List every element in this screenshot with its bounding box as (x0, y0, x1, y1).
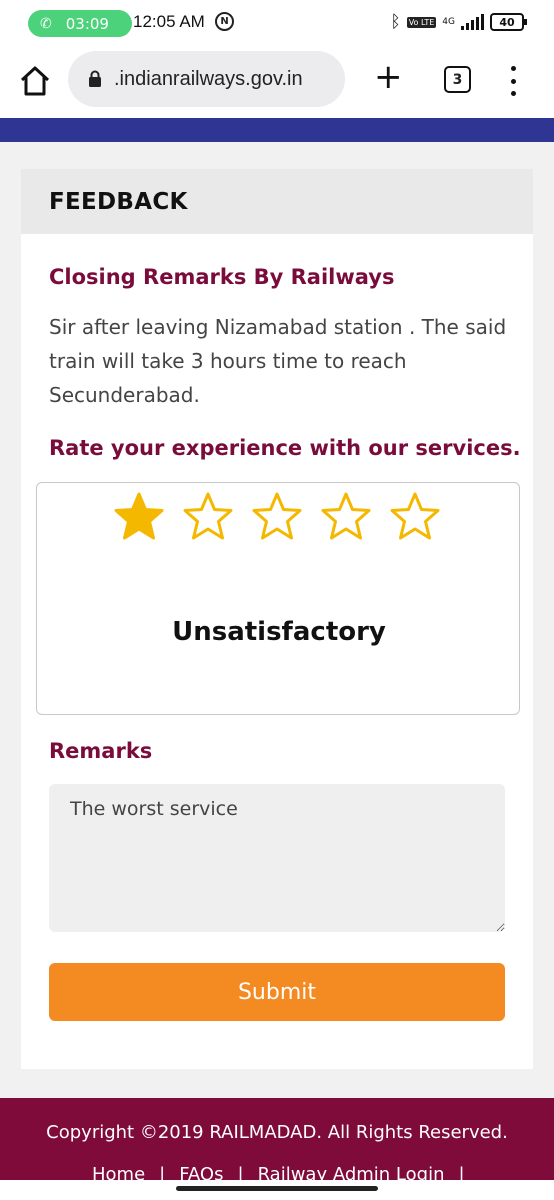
gesture-handle[interactable] (176, 1186, 378, 1191)
new-tab-icon[interactable]: + (374, 60, 403, 94)
battery-level: 40 (499, 15, 515, 29)
remarks-input[interactable]: The worst service (49, 784, 505, 932)
star-empty-icon[interactable] (182, 491, 234, 543)
gesture-bar (0, 1180, 554, 1200)
star-empty-icon[interactable] (251, 491, 303, 543)
address-bar[interactable]: .indianrailways.gov.in (68, 51, 345, 107)
rating-box: Unsatisfactory (36, 482, 520, 715)
signal-icon (461, 14, 484, 30)
remarks-heading: Remarks (49, 739, 153, 763)
notification-icon: N (215, 12, 234, 31)
feedback-header: FEEDBACK (21, 169, 533, 234)
site-header-band (0, 118, 554, 142)
status-bar: ✆ 03:09 12:05 AM N ᛒ Vo LTE 4G 40 (0, 0, 554, 46)
star-rating[interactable] (113, 491, 441, 543)
lock-icon (89, 70, 101, 87)
tab-switcher-button[interactable]: 3 (444, 66, 471, 93)
battery-icon: 40 (490, 13, 527, 31)
network-type: 4G (442, 17, 455, 27)
status-time: 12:05 AM (133, 12, 205, 31)
closing-remarks-heading: Closing Remarks By Railways (49, 265, 395, 289)
ongoing-call-pill[interactable]: ✆ 03:09 (28, 10, 132, 37)
rating-label: Unsatisfactory (172, 617, 386, 647)
volte-icon: Vo LTE (406, 16, 437, 28)
star-empty-icon[interactable] (320, 491, 372, 543)
feedback-card: FEEDBACK Closing Remarks By Railways Sir… (21, 169, 533, 1069)
bluetooth-icon: ᛒ (390, 12, 401, 32)
submit-button[interactable]: Submit (49, 963, 505, 1021)
tab-count: 3 (452, 71, 463, 88)
home-icon[interactable] (18, 64, 52, 98)
status-icons: ᛒ Vo LTE 4G 40 (390, 12, 527, 32)
browser-toolbar: .indianrailways.gov.in + 3 (0, 46, 554, 118)
rate-experience-heading: Rate your experience with our services. (49, 436, 521, 460)
more-menu-icon[interactable] (508, 66, 518, 96)
closing-remarks-text: Sir after leaving Nizamabad station . Th… (49, 315, 507, 407)
url-text: .indianrailways.gov.in (114, 67, 303, 90)
phone-icon: ✆ (40, 15, 52, 32)
call-timer: 03:09 (65, 14, 109, 33)
star-filled-icon[interactable] (113, 491, 165, 543)
star-empty-icon[interactable] (389, 491, 441, 543)
copyright-text: Copyright ©2019 RAILMADAD. All Rights Re… (46, 1122, 508, 1143)
